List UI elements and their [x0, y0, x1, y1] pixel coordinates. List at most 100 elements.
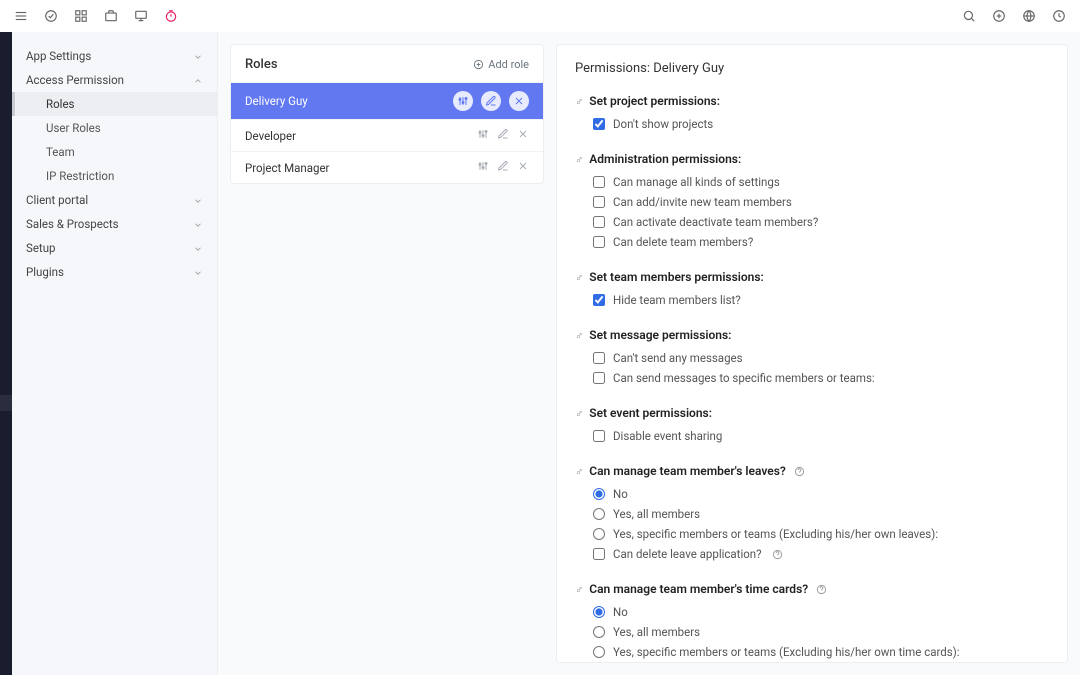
perm-manage-settings[interactable]: Can manage all kinds of settings	[575, 172, 1049, 192]
nav-sub-team[interactable]: Team	[12, 140, 217, 164]
perm-leaves-no[interactable]: No	[575, 484, 1049, 504]
sliders-icon[interactable]	[477, 160, 489, 175]
perm-add-invite[interactable]: Can add/invite new team members	[575, 192, 1049, 212]
perm-timecards-no[interactable]: No	[575, 602, 1049, 622]
nav-client-portal[interactable]: Client portal	[12, 188, 217, 212]
topbar	[0, 0, 1080, 32]
briefcase-icon[interactable]	[104, 9, 118, 23]
perm-timecards-specific[interactable]: Yes, specific members or teams (Excludin…	[575, 642, 1049, 662]
checkbox[interactable]	[593, 176, 605, 188]
perm-group-message: ♂Set message permissions: Can't send any…	[575, 328, 1049, 388]
help-icon[interactable]	[772, 549, 783, 560]
perm-leaves-delete[interactable]: Can delete leave application?	[575, 544, 1049, 564]
nav-label: Client portal	[26, 193, 88, 207]
perm-leaves-all[interactable]: Yes, all members	[575, 504, 1049, 524]
perm-group-admin: ♂Administration permissions: Can manage …	[575, 152, 1049, 252]
radio[interactable]	[593, 488, 605, 500]
role-row-delivery-guy[interactable]: Delivery Guy	[231, 82, 543, 119]
checkbox[interactable]	[593, 372, 605, 384]
nav-sub-roles[interactable]: Roles	[12, 92, 217, 116]
perm-group-team: ♂Set team members permissions: Hide team…	[575, 270, 1049, 310]
checkbox[interactable]	[593, 196, 605, 208]
nav-plugins[interactable]: Plugins	[12, 260, 217, 284]
perm-group-title: ♂Set project permissions:	[575, 94, 1049, 108]
male-icon: ♂	[575, 407, 583, 420]
checkbox[interactable]	[593, 236, 605, 248]
nav-sales-prospects[interactable]: Sales & Prospects	[12, 212, 217, 236]
role-actions	[453, 91, 529, 111]
help-icon[interactable]	[816, 584, 827, 595]
checkbox[interactable]	[593, 294, 605, 306]
roles-header: Roles Add role	[231, 45, 543, 82]
edit-icon[interactable]	[481, 91, 501, 111]
perm-group-title: ♂Set message permissions:	[575, 328, 1049, 342]
checkbox[interactable]	[593, 216, 605, 228]
menu-icon[interactable]	[14, 9, 28, 23]
globe-icon[interactable]	[1022, 9, 1036, 23]
nav-access-permission[interactable]: Access Permission	[12, 68, 217, 92]
chevron-down-icon	[193, 219, 203, 229]
perm-send-specific[interactable]: Can send messages to specific members or…	[575, 368, 1049, 388]
perm-cant-send[interactable]: Can't send any messages	[575, 348, 1049, 368]
edit-icon[interactable]	[497, 160, 509, 175]
roles-panel: Roles Add role Delivery Guy Developer P	[230, 44, 544, 184]
nav-setup[interactable]: Setup	[12, 236, 217, 260]
perm-group-timecards: ♂Can manage team member's time cards? No…	[575, 582, 1049, 662]
radio[interactable]	[593, 646, 605, 658]
nav-label: Setup	[26, 241, 56, 255]
role-name: Delivery Guy	[245, 94, 308, 108]
male-icon: ♂	[575, 271, 583, 284]
grid-icon[interactable]	[74, 9, 88, 23]
radio[interactable]	[593, 626, 605, 638]
perm-activate-deactivate[interactable]: Can activate deactivate team members?	[575, 212, 1049, 232]
clock-icon[interactable]	[1052, 9, 1066, 23]
perm-hide-team-list[interactable]: Hide team members list?	[575, 290, 1049, 310]
search-icon[interactable]	[962, 9, 976, 23]
perm-group-title: ♂Set team members permissions:	[575, 270, 1049, 284]
permissions-panel: Permissions: Delivery Guy ♂Set project p…	[556, 44, 1068, 663]
close-icon[interactable]	[517, 128, 529, 143]
monitor-icon[interactable]	[134, 9, 148, 23]
close-icon[interactable]	[509, 91, 529, 111]
sliders-icon[interactable]	[477, 128, 489, 143]
timer-icon[interactable]	[164, 9, 178, 23]
male-icon: ♂	[575, 329, 583, 342]
nav-label: Sales & Prospects	[26, 217, 119, 231]
plus-circle-icon[interactable]	[992, 9, 1006, 23]
perm-timecards-all[interactable]: Yes, all members	[575, 622, 1049, 642]
perm-group-leaves: ♂Can manage team member's leaves? No Yes…	[575, 464, 1049, 564]
perm-delete-members[interactable]: Can delete team members?	[575, 232, 1049, 252]
role-row-project-manager[interactable]: Project Manager	[231, 151, 543, 183]
perm-group-event: ♂Set event permissions: Disable event sh…	[575, 406, 1049, 446]
close-icon[interactable]	[517, 160, 529, 175]
role-row-developer[interactable]: Developer	[231, 119, 543, 151]
radio[interactable]	[593, 606, 605, 618]
perm-dont-show-projects[interactable]: Don't show projects	[575, 114, 1049, 134]
chevron-down-icon	[193, 267, 203, 277]
nav-label: App Settings	[26, 49, 91, 63]
perm-group-title: ♂Can manage team member's leaves?	[575, 464, 1049, 478]
checkbox[interactable]	[593, 352, 605, 364]
add-role-button[interactable]: Add role	[473, 58, 529, 71]
edit-icon[interactable]	[497, 128, 509, 143]
radio[interactable]	[593, 508, 605, 520]
help-icon[interactable]	[794, 466, 805, 477]
checkbox[interactable]	[593, 548, 605, 560]
nav-sub-user-roles[interactable]: User Roles	[12, 116, 217, 140]
checkbox[interactable]	[593, 118, 605, 130]
add-role-label: Add role	[488, 58, 529, 71]
topbar-right	[962, 9, 1066, 23]
radio[interactable]	[593, 528, 605, 540]
nav-label: Access Permission	[26, 73, 124, 87]
male-icon: ♂	[575, 465, 583, 478]
role-actions	[477, 128, 529, 143]
role-name: Developer	[245, 129, 296, 143]
perm-leaves-specific[interactable]: Yes, specific members or teams (Excludin…	[575, 524, 1049, 544]
nav-app-settings[interactable]: App Settings	[12, 44, 217, 68]
perm-disable-event-sharing[interactable]: Disable event sharing	[575, 426, 1049, 446]
sliders-icon[interactable]	[453, 91, 473, 111]
checkbox[interactable]	[593, 430, 605, 442]
nav-sub-ip-restriction[interactable]: IP Restriction	[12, 164, 217, 188]
check-circle-icon[interactable]	[44, 9, 58, 23]
chevron-down-icon	[193, 51, 203, 61]
